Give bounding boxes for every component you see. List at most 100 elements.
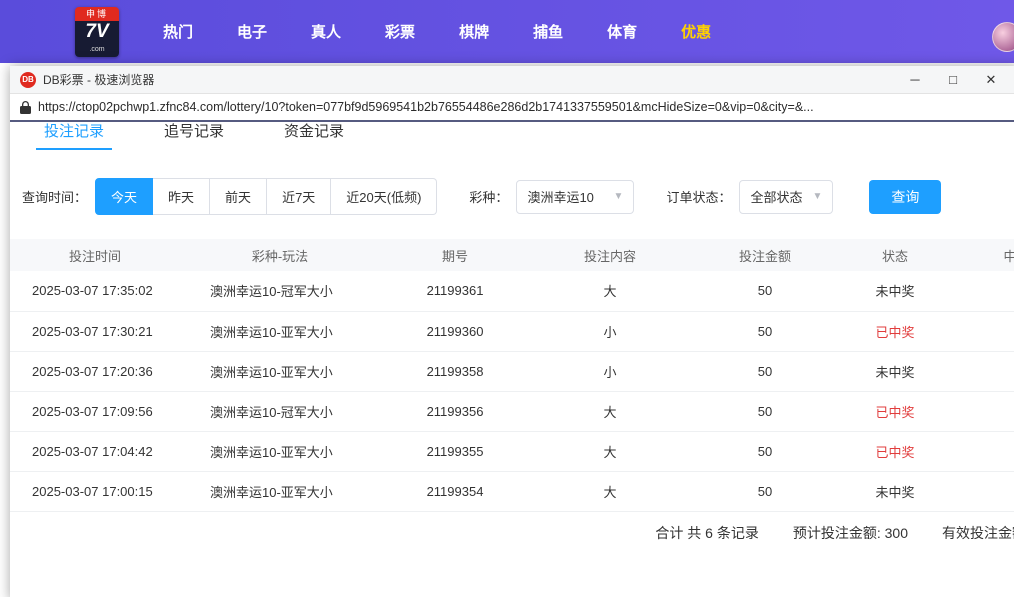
nav-item-电子[interactable]: 电子 — [215, 11, 289, 52]
cell-status: 未中奖 — [840, 351, 950, 391]
main-nav: 热门电子真人彩票棋牌捕鱼体育优惠 — [141, 11, 733, 52]
filter-bar: 查询时间： 今天昨天前天近7天近20天(低频) 彩种： 澳洲幸运10 ▼ 订单状… — [10, 152, 1014, 235]
cell-bet-amount: 50 — [690, 351, 840, 391]
page-content: 投注记录 追号记录 资金记录 查询时间： 今天昨天前天近7天近20天(低频) 彩种：… — [10, 122, 1014, 597]
site-top-nav: 申博 7V .com 热门电子真人彩票棋牌捕鱼体育优惠 — [0, 0, 1014, 63]
tabs: 投注记录 追号记录 资金记录 — [10, 122, 1014, 150]
table-row: 2025-03-07 17:35:02澳洲幸运10-冠军大小21199361大5… — [10, 271, 1014, 311]
summary-total: 合计 共 6 条记录 — [655, 523, 758, 543]
cell-bet-time: 2025-03-07 17:35:02 — [10, 271, 180, 311]
cell-issue-number: 21199360 — [380, 311, 530, 351]
time-filter-前天[interactable]: 前天 — [210, 178, 267, 215]
time-filter-近20天(低频)[interactable]: 近20天(低频) — [331, 178, 437, 215]
cell-bet-amount: 50 — [690, 311, 840, 351]
nav-item-棋牌[interactable]: 棋牌 — [437, 11, 511, 52]
time-filter-近7天[interactable]: 近7天 — [267, 178, 331, 215]
lottery-select-value: 澳洲幸运10 — [527, 187, 593, 206]
tab-资金记录[interactable]: 资金记录 — [276, 122, 352, 150]
table-header-cell: 状态 — [840, 239, 950, 271]
cell-game-play: 澳洲幸运10-冠军大小 — [180, 391, 380, 431]
table-body: 2025-03-07 17:35:02澳洲幸运10-冠军大小21199361大5… — [10, 271, 1014, 511]
tab-追号记录[interactable]: 追号记录 — [156, 122, 232, 150]
order-status-value: 全部状态 — [750, 187, 802, 206]
summary-bar: 合计 共 6 条记录 预计投注金额: 300 有效投注金额 — [10, 512, 1014, 554]
cell-issue-number: 21199361 — [380, 271, 530, 311]
close-button[interactable]: ✕ — [972, 67, 1010, 93]
cell-status: 未中奖 — [840, 271, 950, 311]
order-status-label: 订单状态： — [666, 187, 731, 206]
cell-game-play: 澳洲幸运10-冠军大小 — [180, 271, 380, 311]
tabs-strip: 投注记录 追号记录 资金记录 — [10, 122, 1014, 152]
table-header-cell: 投注时间 — [10, 239, 180, 271]
cell-bet-content: 大 — [530, 431, 690, 471]
cell-bet-content: 小 — [530, 311, 690, 351]
tab-投注记录[interactable]: 投注记录 — [36, 122, 112, 150]
cell-bet-amount: 50 — [690, 431, 840, 471]
time-filter-label: 查询时间： — [22, 187, 87, 206]
table-header: 投注时间彩种-玩法期号投注内容投注金额状态中 — [10, 239, 1014, 271]
cell-bet-time: 2025-03-07 17:00:15 — [10, 471, 180, 511]
browser-window: DB DB彩票 - 极速浏览器 ─ □ ✕ https://ctop02pchw… — [10, 66, 1014, 597]
cell-prize — [950, 431, 1014, 471]
table-row: 2025-03-07 17:20:36澳洲幸运10-亚军大小21199358小5… — [10, 351, 1014, 391]
address-bar[interactable]: https://ctop02pchwp1.zfnc84.com/lottery/… — [10, 94, 1014, 122]
nav-item-捕鱼[interactable]: 捕鱼 — [511, 11, 585, 52]
bet-records-table: 投注时间彩种-玩法期号投注内容投注金额状态中 2025-03-07 17:35:… — [10, 239, 1014, 512]
cell-bet-amount: 50 — [690, 271, 840, 311]
cell-bet-time: 2025-03-07 17:20:36 — [10, 351, 180, 391]
site-logo-sub-text: .com — [75, 45, 119, 57]
cell-bet-time: 2025-03-07 17:04:42 — [10, 431, 180, 471]
cell-game-play: 澳洲幸运10-亚军大小 — [180, 471, 380, 511]
chevron-down-icon: ▼ — [812, 191, 822, 202]
table-row: 2025-03-07 17:30:21澳洲幸运10-亚军大小21199360小5… — [10, 311, 1014, 351]
nav-item-彩票[interactable]: 彩票 — [363, 11, 437, 52]
table-header-cell: 彩种-玩法 — [180, 239, 380, 271]
cell-bet-content: 大 — [530, 471, 690, 511]
cell-game-play: 澳洲幸运10-亚军大小 — [180, 431, 380, 471]
nav-item-优惠[interactable]: 优惠 — [659, 11, 733, 52]
lottery-filter-label: 彩种： — [469, 187, 508, 206]
time-filter-昨天[interactable]: 昨天 — [153, 178, 210, 215]
order-status-select[interactable]: 全部状态 ▼ — [739, 180, 833, 214]
cell-bet-time: 2025-03-07 17:09:56 — [10, 391, 180, 431]
cell-bet-amount: 50 — [690, 471, 840, 511]
cell-bet-content: 大 — [530, 391, 690, 431]
table-header-cell: 投注内容 — [530, 239, 690, 271]
url-text[interactable]: https://ctop02pchwp1.zfnc84.com/lottery/… — [38, 100, 814, 114]
site-logo-main-text: 7V — [75, 21, 119, 45]
table-header-cell: 投注金额 — [690, 239, 840, 271]
minimize-button[interactable]: ─ — [896, 67, 934, 93]
lock-icon — [20, 101, 31, 114]
cell-issue-number: 21199356 — [380, 391, 530, 431]
maximize-button[interactable]: □ — [934, 67, 972, 93]
browser-favicon-icon: DB — [20, 72, 36, 88]
nav-item-真人[interactable]: 真人 — [289, 11, 363, 52]
site-logo[interactable]: 申博 7V .com — [75, 7, 119, 57]
nav-item-体育[interactable]: 体育 — [585, 11, 659, 52]
summary-expected-amount: 预计投注金额: 300 — [793, 523, 908, 543]
cell-bet-amount: 50 — [690, 391, 840, 431]
cell-game-play: 澳洲幸运10-亚军大小 — [180, 351, 380, 391]
cell-prize — [950, 471, 1014, 511]
cell-issue-number: 21199354 — [380, 471, 530, 511]
lottery-select[interactable]: 澳洲幸运10 ▼ — [516, 180, 634, 214]
chevron-down-icon: ▼ — [614, 191, 624, 202]
cell-prize — [950, 351, 1014, 391]
cell-prize — [950, 391, 1014, 431]
search-button[interactable]: 查询 — [869, 180, 941, 214]
site-logo-top-text: 申博 — [75, 7, 119, 21]
window-titlebar[interactable]: DB DB彩票 - 极速浏览器 ─ □ ✕ — [10, 66, 1014, 94]
cell-bet-time: 2025-03-07 17:30:21 — [10, 311, 180, 351]
window-controls: ─ □ ✕ — [896, 67, 1010, 93]
summary-valid-amount: 有效投注金额 — [942, 523, 1014, 543]
user-avatar[interactable] — [992, 22, 1014, 52]
cell-status: 已中奖 — [840, 391, 950, 431]
time-filter-今天[interactable]: 今天 — [95, 178, 153, 215]
table-row: 2025-03-07 17:00:15澳洲幸运10-亚军大小21199354大5… — [10, 471, 1014, 511]
cell-prize — [950, 311, 1014, 351]
time-filter-group: 今天昨天前天近7天近20天(低频) — [95, 178, 437, 215]
cell-status: 已中奖 — [840, 431, 950, 471]
nav-item-热门[interactable]: 热门 — [141, 11, 215, 52]
cell-prize — [950, 271, 1014, 311]
window-title: DB彩票 - 极速浏览器 — [43, 71, 896, 88]
